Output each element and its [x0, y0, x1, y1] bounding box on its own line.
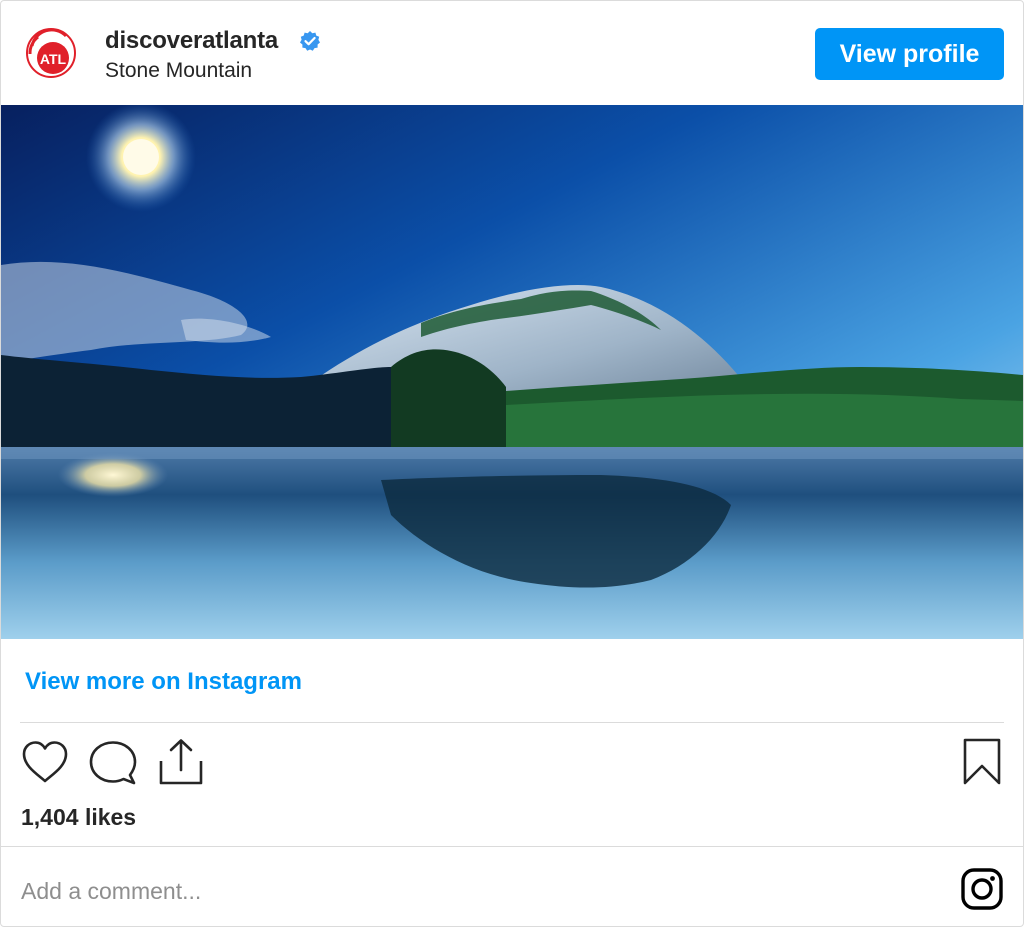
- likes-count[interactable]: 1,404 likes: [21, 804, 136, 831]
- heart-icon: [22, 741, 68, 783]
- comment-input[interactable]: [21, 871, 921, 911]
- verified-badge-icon: [299, 30, 321, 52]
- like-button[interactable]: [21, 739, 69, 785]
- avatar[interactable]: ATL: [26, 28, 76, 78]
- share-button[interactable]: [158, 737, 204, 787]
- post-photo[interactable]: [1, 105, 1023, 639]
- instagram-embed-card: ATL discoveratlanta Stone Mountain View …: [0, 0, 1024, 927]
- location-label[interactable]: Stone Mountain: [105, 59, 252, 83]
- atl-logo-icon: ATL: [26, 28, 76, 78]
- share-icon: [159, 739, 203, 785]
- avatar-text: ATL: [40, 51, 67, 67]
- post-header: ATL discoveratlanta Stone Mountain View …: [1, 1, 1023, 105]
- username[interactable]: discoveratlanta: [105, 27, 278, 55]
- comment-button[interactable]: [88, 739, 138, 787]
- instagram-logo-icon: [961, 868, 1003, 910]
- instagram-logo-button[interactable]: [960, 867, 1004, 911]
- divider: [1, 846, 1023, 847]
- view-profile-button[interactable]: View profile: [815, 28, 1004, 80]
- comment-icon: [89, 741, 137, 785]
- stone-mountain-photo: [1, 105, 1023, 639]
- bookmark-icon: [963, 738, 1001, 785]
- divider: [20, 722, 1004, 723]
- view-more-link[interactable]: View more on Instagram: [25, 668, 302, 696]
- save-button[interactable]: [962, 737, 1002, 787]
